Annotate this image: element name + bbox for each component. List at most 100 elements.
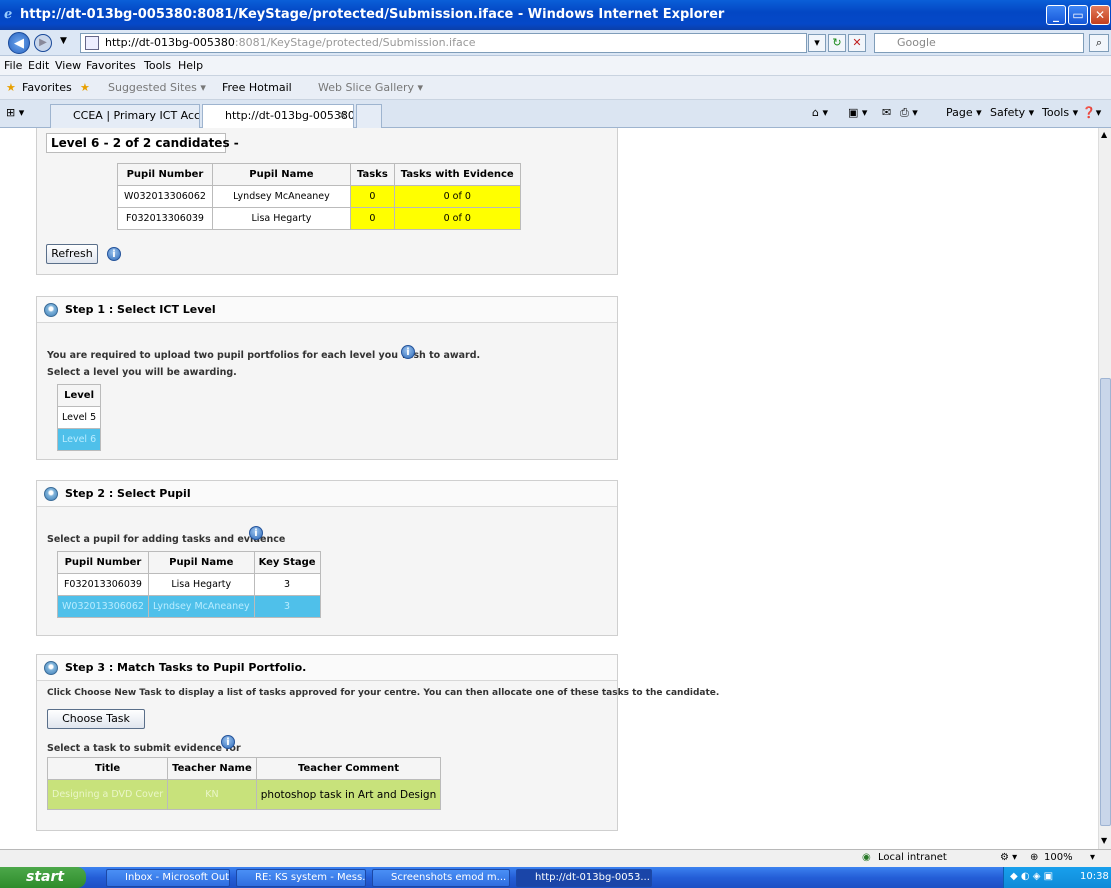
cell-pupil-name[interactable]: Lisa Hegarty (147, 573, 255, 596)
page-menu[interactable]: Page ▾ (946, 106, 982, 119)
refresh-info-icon[interactable]: i (107, 247, 121, 261)
new-tab-button[interactable] (356, 104, 382, 128)
table-row: F032013306039 Lisa Hegarty 0 0 of 0 (117, 207, 521, 230)
level-row-5[interactable]: Level 5 (56, 406, 102, 429)
step1-sub: Select a level you will be awarding. (47, 367, 237, 378)
tab-close-icon[interactable]: ✕ (338, 105, 347, 127)
back-button[interactable]: ◀ (8, 32, 30, 54)
menu-file[interactable]: File (4, 59, 22, 72)
help-icon[interactable]: ❓▾ (1082, 106, 1101, 119)
col-teacher-comment: Teacher Comment (255, 757, 442, 780)
menu-bar: File Edit View Favorites Tools Help (0, 56, 1111, 76)
step-toggle-icon[interactable] (44, 303, 58, 317)
menu-help[interactable]: Help (178, 59, 203, 72)
zoom-level[interactable]: 100% (1044, 852, 1073, 863)
tab-submission[interactable]: http://dt-013bg-005380:... ✕ (202, 104, 354, 128)
scroll-thumb[interactable] (1100, 378, 1111, 826)
refresh-page-icon[interactable]: ↻ (828, 34, 846, 52)
cell-level[interactable]: Level 6 (56, 428, 102, 451)
feeds-icon[interactable]: ▣ ▾ (848, 106, 867, 119)
minimize-button[interactable]: _ (1046, 5, 1066, 25)
info-icon[interactable]: i (401, 345, 415, 359)
favorites-button[interactable]: Favorites (22, 81, 72, 94)
col-level: Level (56, 384, 102, 407)
step-toggle-icon[interactable] (44, 661, 58, 675)
cell-pupil-name[interactable]: Lyndsey McAneaney (147, 595, 255, 618)
step3-info-wrap[interactable]: i (221, 735, 235, 749)
address-host: http://dt-013bg-005380 (105, 36, 235, 49)
fav-suggested-sites[interactable]: Suggested Sites ▾ (108, 81, 206, 94)
tray-icons[interactable]: ◆ ◐ ◈ ▣ (1010, 867, 1053, 887)
refresh-button[interactable]: Refresh (46, 244, 98, 264)
step1-panel: Step 1 : Select ICT Level You are requir… (36, 296, 618, 460)
address-dropdown-button[interactable]: ▾ (808, 34, 826, 52)
history-dropdown-icon[interactable]: ▼ (60, 36, 67, 46)
scroll-down-icon[interactable]: ▼ (1101, 836, 1107, 845)
taskbar-screenshots[interactable]: Screenshots emod m... (372, 869, 510, 887)
taskbar-message[interactable]: RE: KS system - Mess... (236, 869, 366, 887)
cell-task-title[interactable]: Designing a DVD Cover (46, 779, 169, 810)
taskbar-ie[interactable]: http://dt-013bg-0053... (516, 869, 652, 887)
address-bar[interactable]: http://dt-013bg-005380:8081/KeyStage/pro… (80, 33, 807, 53)
task-row[interactable]: Designing a DVD Cover KN photoshop task … (46, 779, 442, 810)
step3-sub: Select a task to submit evidence for (47, 743, 241, 754)
page-icon (85, 36, 99, 50)
print-icon[interactable]: ⎙ ▾ (900, 106, 918, 120)
col-pupil-number: Pupil Number (117, 163, 213, 186)
info-icon[interactable]: i (221, 735, 235, 749)
cell-teacher-name[interactable]: KN (167, 779, 257, 810)
info-icon[interactable]: i (107, 247, 121, 261)
zoom-dropdown-icon[interactable]: ▾ (1090, 852, 1095, 863)
stop-icon[interactable]: ✕ (848, 34, 866, 52)
clock: 10:38 (1080, 871, 1109, 882)
tab-ccea[interactable]: CCEA | Primary ICT Accredit... (50, 104, 200, 128)
quick-tabs-icon[interactable]: ⊞ ▾ (6, 106, 24, 119)
pupil-row[interactable]: F032013306039 Lisa Hegarty 3 (57, 573, 321, 596)
cell-pupil-number[interactable]: F032013306039 (57, 573, 149, 596)
cell-teacher-comment[interactable]: photoshop task in Art and Design (255, 779, 442, 810)
pupil-row-selected[interactable]: W032013306062 Lyndsey McAneaney 3 (57, 595, 321, 618)
step1-instruction: You are required to upload two pupil por… (47, 350, 481, 361)
menu-tools[interactable]: Tools (144, 59, 171, 72)
close-button[interactable]: ✕ (1090, 5, 1110, 25)
step-toggle-icon[interactable] (44, 487, 58, 501)
info-icon[interactable]: i (249, 526, 263, 540)
cell-pupil-number[interactable]: W032013306062 (57, 595, 149, 618)
home-icon[interactable]: ⌂ ▾ (812, 106, 828, 119)
menu-view[interactable]: View (55, 59, 81, 72)
cell-key-stage[interactable]: 3 (253, 595, 321, 618)
favorites-bar: ★ Favorites ★ Suggested Sites ▾ Free Hot… (0, 76, 1111, 100)
forward-button[interactable]: ▶ (34, 34, 52, 52)
taskbar-outlook[interactable]: Inbox - Microsoft Out... (106, 869, 230, 887)
table-row: W032013306062 Lyndsey McAneaney 0 0 of 0 (117, 185, 521, 208)
search-icon[interactable]: ⌕ (1089, 34, 1109, 52)
maximize-button[interactable]: ▭ (1068, 5, 1088, 25)
cell-level[interactable]: Level 5 (56, 406, 102, 429)
scroll-up-icon[interactable]: ▲ (1101, 130, 1107, 139)
add-favorite-icon[interactable]: ★ (80, 81, 90, 94)
tools-menu[interactable]: Tools ▾ (1042, 106, 1078, 119)
vertical-scrollbar[interactable]: ▲ ▼ (1098, 128, 1111, 849)
menu-edit[interactable]: Edit (28, 59, 49, 72)
fav-free-hotmail[interactable]: Free Hotmail (222, 81, 292, 94)
zoom-icon[interactable]: ⊕ (1030, 852, 1038, 863)
level-row-6[interactable]: Level 6 (56, 428, 102, 451)
protected-mode-icon[interactable]: ⚙ ▾ (1000, 852, 1017, 863)
step1-title: Step 1 : Select ICT Level (65, 303, 216, 316)
safety-menu[interactable]: Safety ▾ (990, 106, 1034, 119)
cell-key-stage[interactable]: 3 (253, 573, 321, 596)
col-tasks-evidence: Tasks with Evidence (393, 163, 521, 186)
mail-icon[interactable]: ✉ (882, 106, 891, 119)
cell-pupil-name: Lisa Hegarty (211, 207, 351, 230)
intranet-icon: ◉ (862, 852, 871, 863)
menu-favorites[interactable]: Favorites (86, 59, 136, 72)
step1-info-wrap[interactable]: i (401, 345, 415, 359)
step3-header: Step 3 : Match Tasks to Pupil Portfolio. (37, 655, 617, 681)
step2-info-wrap[interactable]: i (249, 526, 263, 540)
choose-task-button[interactable]: Choose Task (47, 709, 145, 729)
fav-web-slice-gallery[interactable]: Web Slice Gallery ▾ (318, 81, 423, 94)
zone-label: Local intranet (878, 852, 947, 863)
search-input[interactable]: Google (874, 33, 1084, 53)
start-button[interactable]: start (0, 867, 86, 888)
col-pupil-name: Pupil Name (211, 163, 351, 186)
